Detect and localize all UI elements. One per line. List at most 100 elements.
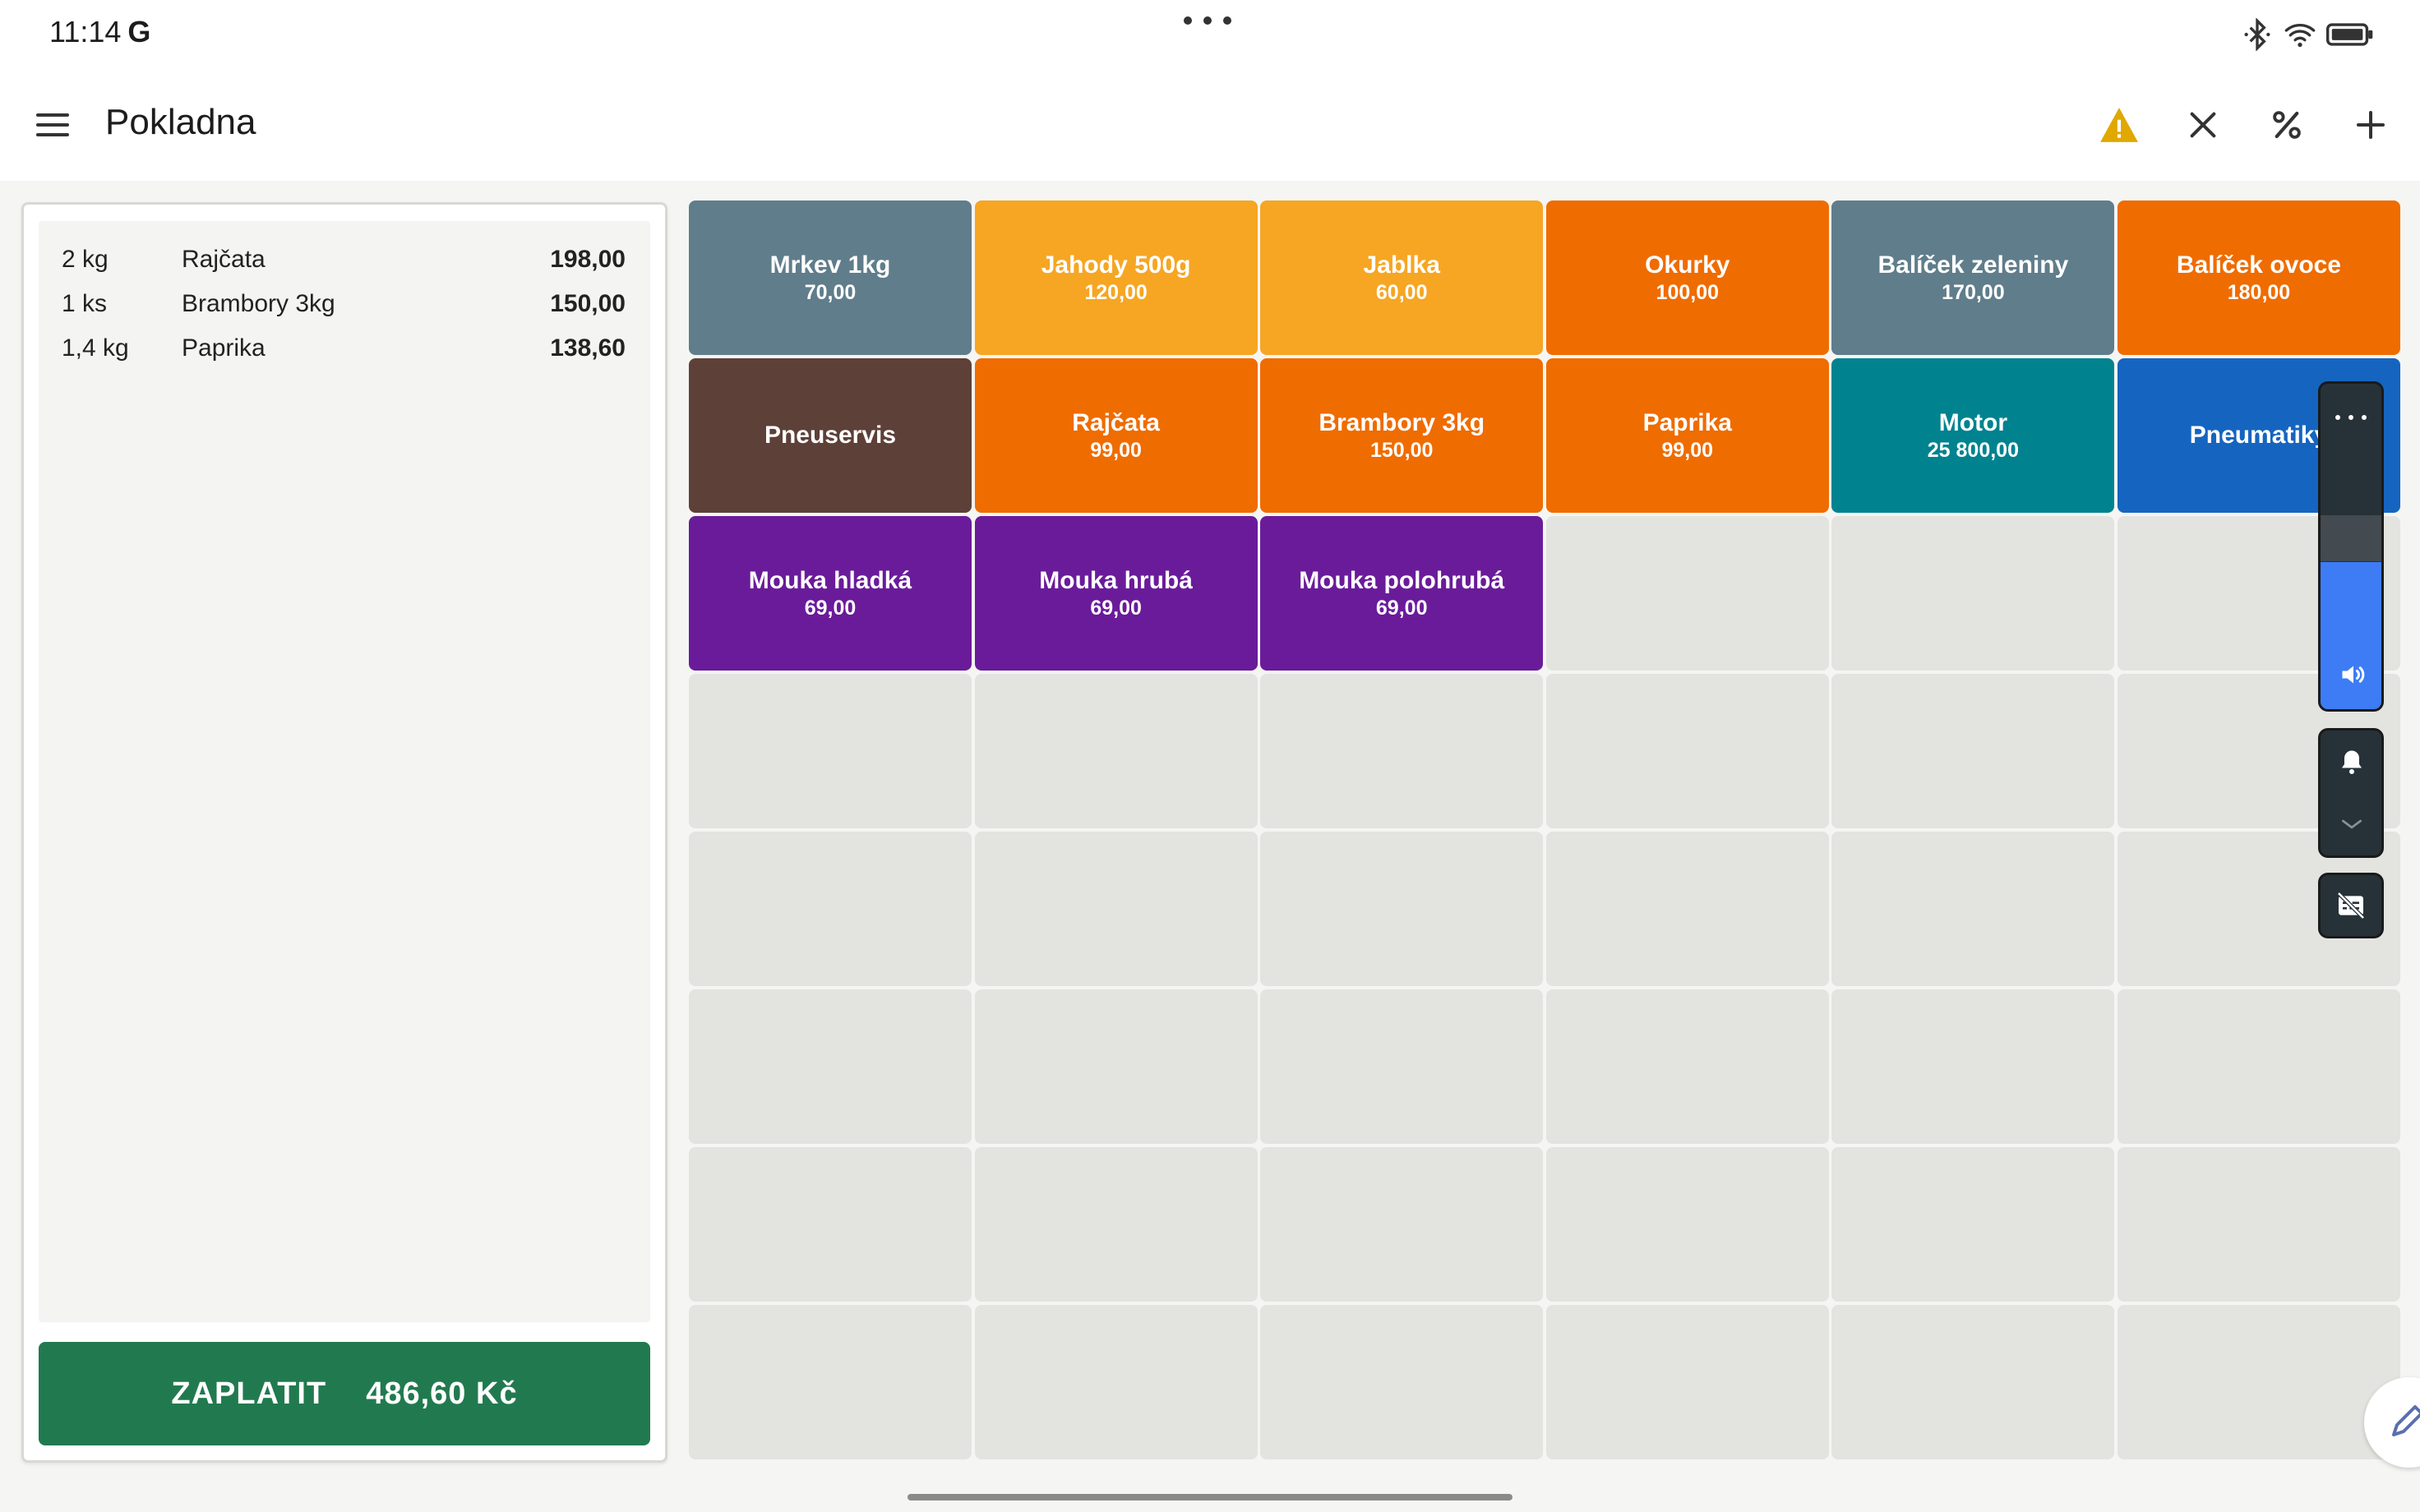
product-name: Mouka hrubá [1039, 567, 1193, 594]
product-price: 120,00 [1084, 281, 1148, 304]
bell-icon [2342, 750, 2362, 774]
receipt-panel: 2 kg Rajčata 198,00 1 ks Brambory 3kg 15… [21, 202, 667, 1463]
home-indicator[interactable] [908, 1494, 1512, 1500]
empty-tile[interactable] [974, 989, 1258, 1144]
product-price: 99,00 [1661, 439, 1714, 462]
product-tile[interactable]: Mrkev 1kg 70,00 [689, 201, 972, 355]
empty-tile[interactable] [974, 1305, 1258, 1459]
receipt-item[interactable]: 1 ks Brambory 3kg 150,00 [39, 282, 650, 326]
empty-tile[interactable] [1831, 516, 2115, 671]
product-price: 69,00 [1090, 597, 1142, 620]
product-price: 60,00 [1375, 281, 1428, 304]
live-caption-button[interactable] [2318, 873, 2384, 938]
item-name: Brambory 3kg [182, 290, 335, 317]
empty-tile[interactable] [689, 674, 972, 828]
product-tile[interactable]: Paprika 99,00 [1545, 358, 1829, 513]
item-price: 198,00 [550, 246, 626, 273]
product-tile[interactable]: Rajčata 99,00 [974, 358, 1258, 513]
clear-button[interactable] [2178, 100, 2228, 150]
product-price: 69,00 [804, 597, 857, 620]
product-name: Okurky [1645, 251, 1730, 279]
add-button[interactable] [2346, 100, 2395, 150]
product-name: Jahody 500g [1041, 251, 1191, 279]
product-name: Brambory 3kg [1319, 409, 1485, 436]
empty-tile[interactable] [1260, 674, 1544, 828]
menu-icon[interactable] [36, 105, 76, 145]
close-icon [2190, 112, 2216, 138]
product-price: 25 800,00 [1927, 439, 2019, 462]
product-name: Mouka hladká [748, 567, 912, 594]
empty-tile[interactable] [1545, 674, 1829, 828]
clock-text: 11:14 [49, 15, 122, 48]
empty-tile[interactable] [2117, 1305, 2400, 1459]
empty-tile[interactable] [1545, 832, 1829, 986]
product-name: Motor [1938, 409, 2008, 436]
product-tile[interactable]: Motor 25 800,00 [1831, 358, 2115, 513]
product-tile[interactable]: Mouka hladká 69,00 [689, 516, 972, 671]
add-icon [2357, 111, 2385, 139]
empty-tile[interactable] [689, 832, 972, 986]
product-tile[interactable]: Balíček zeleniny 170,00 [1831, 201, 2115, 355]
warning-button[interactable] [2094, 100, 2144, 150]
product-name: Jablka [1363, 251, 1440, 279]
chevron-down-icon[interactable] [2339, 816, 2365, 832]
status-icons [2241, 18, 2374, 51]
product-price: 99,00 [1090, 439, 1142, 462]
captions-off-icon [2337, 892, 2365, 920]
product-tile[interactable]: Pneuservis [689, 358, 972, 513]
empty-tile[interactable] [1260, 989, 1544, 1144]
item-price: 150,00 [550, 290, 626, 317]
item-quantity: 1 ks [62, 290, 108, 317]
more-options-icon[interactable] [2335, 415, 2367, 420]
status-time: 11:14 G [49, 15, 150, 49]
item-quantity: 1,4 kg [62, 334, 129, 362]
product-tile[interactable]: Okurky 100,00 [1545, 201, 1829, 355]
item-name: Rajčata [182, 246, 266, 273]
product-tile[interactable]: Balíček ovoce 180,00 [2117, 201, 2400, 355]
empty-tile[interactable] [2117, 1147, 2400, 1302]
product-price: 180,00 [2227, 281, 2291, 304]
product-tile[interactable]: Jahody 500g 120,00 [974, 201, 1258, 355]
discount-button[interactable] [2262, 100, 2311, 150]
empty-tile[interactable] [974, 1147, 1258, 1302]
pay-label: ZAPLATIT [171, 1376, 327, 1411]
empty-tile[interactable] [1260, 832, 1544, 986]
empty-tile[interactable] [1545, 1305, 1829, 1459]
empty-tile[interactable] [1260, 1147, 1544, 1302]
bluetooth-icon [2244, 18, 2270, 51]
empty-tile[interactable] [689, 989, 972, 1144]
empty-tile[interactable] [1831, 1147, 2115, 1302]
empty-tile[interactable] [1545, 516, 1829, 671]
empty-tile[interactable] [1545, 1147, 1829, 1302]
product-name: Paprika [1642, 409, 1732, 436]
product-name: Balíček zeleniny [1877, 251, 2069, 279]
product-tile[interactable]: Brambory 3kg 150,00 [1260, 358, 1544, 513]
empty-tile[interactable] [974, 832, 1258, 986]
empty-tile[interactable] [1545, 989, 1829, 1144]
warning-icon [2100, 108, 2138, 142]
receipt-item[interactable]: 2 kg Rajčata 198,00 [39, 237, 650, 282]
volume-slider[interactable] [2318, 381, 2384, 712]
battery-icon [2326, 23, 2373, 46]
empty-tile[interactable] [974, 674, 1258, 828]
product-tile[interactable]: Jablka 60,00 [1260, 201, 1544, 355]
empty-tile[interactable] [1831, 832, 2115, 986]
empty-tile[interactable] [2117, 989, 2400, 1144]
product-tile[interactable]: Mouka polohrubá 69,00 [1260, 516, 1544, 671]
pay-button[interactable]: ZAPLATIT 486,60 Kč [39, 1342, 650, 1445]
empty-tile[interactable] [689, 1305, 972, 1459]
empty-tile[interactable] [1260, 1305, 1544, 1459]
item-price: 138,60 [550, 334, 626, 362]
empty-tile[interactable] [1831, 1305, 2115, 1459]
multitask-dots-icon[interactable] [1184, 16, 1231, 25]
wifi-icon [2284, 24, 2316, 48]
product-name: Pneumatiky [2189, 422, 2329, 449]
empty-tile[interactable] [689, 1147, 972, 1302]
empty-tile[interactable] [1831, 674, 2115, 828]
product-name: Mouka polohrubá [1299, 567, 1505, 594]
app-bar: Pokladna [0, 69, 2420, 181]
ringer-mode-button[interactable] [2318, 728, 2384, 858]
receipt-item[interactable]: 1,4 kg Paprika 138,60 [39, 326, 650, 371]
empty-tile[interactable] [1831, 989, 2115, 1144]
product-tile[interactable]: Mouka hrubá 69,00 [974, 516, 1258, 671]
